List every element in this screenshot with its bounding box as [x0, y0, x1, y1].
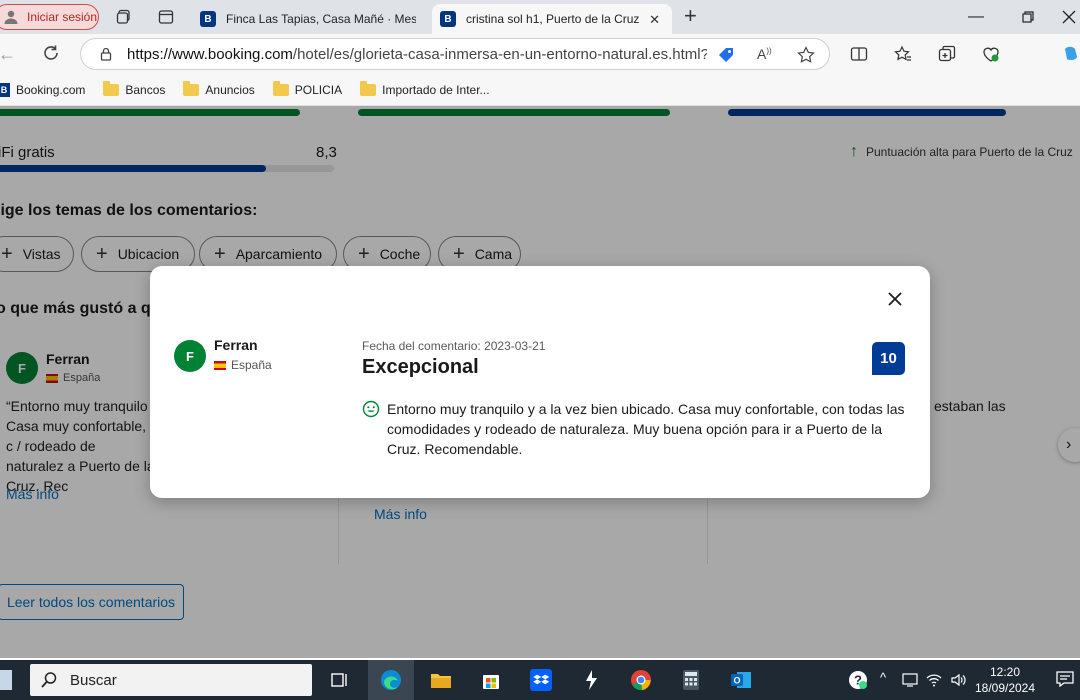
bookmark-label: POLICIA: [294, 82, 343, 97]
workspaces-icon[interactable]: [116, 9, 132, 25]
bookmark-importado[interactable]: Importado de Inter...: [360, 80, 490, 97]
bookmark-label: Anuncios: [205, 82, 255, 97]
file-explorer-icon[interactable]: [428, 668, 454, 692]
minimize-icon[interactable]: —: [968, 8, 984, 26]
search-placeholder: Buscar: [70, 671, 117, 689]
bookmark-booking[interactable]: B Booking.com: [0, 82, 86, 97]
smile-icon: [362, 400, 380, 418]
folder-icon: [103, 80, 120, 96]
booking-favicon-icon: B: [0, 82, 10, 97]
review-title: Excepcional: [362, 356, 479, 378]
tab-cristina-sol[interactable]: B cristina sol h1, Puerto de la Cruz ( ✕: [432, 4, 672, 34]
volume-icon[interactable]: [950, 672, 966, 688]
close-icon[interactable]: ✕: [649, 12, 660, 28]
collections-icon[interactable]: [938, 45, 956, 63]
tab-actions-icon[interactable]: [158, 9, 174, 25]
bookmark-bancos[interactable]: Bancos: [103, 80, 166, 97]
folder-icon: [183, 80, 200, 96]
restore-icon[interactable]: [1022, 11, 1034, 23]
review-modal: F Ferran España Fecha del comentario: 20…: [150, 266, 930, 498]
review-text: Entorno muy tranquilo y a la vez bien ub…: [387, 401, 905, 457]
tab-title: Finca Las Tapias, Casa Mañé · Mes: [226, 12, 416, 26]
country-label: España: [231, 358, 272, 372]
booking-favicon-icon: B: [440, 11, 456, 27]
browser-tab-bar: Iniciar sesión B Finca Las Tapias, Casa …: [0, 0, 1080, 34]
review-date: Fecha del comentario: 2023-03-21: [362, 339, 546, 353]
tab-finca-las-tapias[interactable]: B Finca Las Tapias, Casa Mañé · Mes: [192, 4, 432, 34]
bookmark-anuncios[interactable]: Anuncios: [183, 80, 255, 97]
task-view-icon[interactable]: [326, 668, 352, 692]
back-icon[interactable]: ←: [0, 44, 16, 65]
display-icon[interactable]: [902, 672, 918, 688]
favorites-icon[interactable]: [894, 45, 912, 63]
read-aloud-icon[interactable]: A)): [757, 46, 775, 64]
booking-favicon-icon: B: [200, 11, 216, 27]
wifi-icon[interactable]: [926, 672, 942, 688]
reviewer-country: España: [214, 358, 272, 372]
browser-essentials-icon[interactable]: [982, 45, 1000, 63]
dropbox-icon[interactable]: [528, 668, 554, 692]
help-icon[interactable]: ?: [848, 670, 868, 690]
url-text[interactable]: https://www.booking.com/hotel/es/gloriet…: [127, 46, 707, 63]
system-clock[interactable]: 12:20 18/09/2024: [972, 664, 1038, 696]
user-icon: [4, 10, 18, 24]
reviewer-name: Ferran: [214, 337, 258, 353]
calculator-icon[interactable]: [678, 668, 704, 692]
folder-icon: [272, 80, 289, 96]
avatar: F: [174, 340, 206, 372]
chrome-icon[interactable]: [628, 668, 654, 692]
search-icon: [41, 672, 57, 688]
url-path: /hotel/es/glorieta-casa-inmersa-en-un-en…: [292, 45, 707, 63]
clock-time: 12:20: [989, 665, 1021, 679]
copilot-icon[interactable]: [1062, 45, 1080, 63]
profile-label: Iniciar sesión: [27, 10, 98, 24]
new-tab-icon[interactable]: +: [684, 5, 697, 27]
address-bar-row: ← https://www.booking.com/hotel/es/glori…: [0, 34, 1080, 74]
close-window-icon[interactable]: [1062, 10, 1076, 24]
clock-date: 18/09/2024: [974, 681, 1036, 695]
refresh-icon[interactable]: [42, 44, 60, 62]
lock-icon[interactable]: [99, 47, 113, 61]
folder-icon: [360, 80, 377, 96]
outlook-icon[interactable]: O: [728, 668, 754, 692]
notifications-icon[interactable]: [1056, 671, 1074, 687]
review-score-badge: 10: [872, 342, 905, 375]
app-lightning-icon[interactable]: [578, 668, 604, 692]
url-host: https://www.booking.com: [127, 45, 293, 63]
tab-title: cristina sol h1, Puerto de la Cruz (: [466, 12, 642, 26]
favorite-star-icon[interactable]: [797, 46, 815, 64]
spain-flag-icon: [214, 360, 226, 370]
split-screen-icon[interactable]: [850, 45, 868, 63]
close-icon[interactable]: [886, 290, 904, 308]
bookmark-label: Bancos: [125, 82, 166, 97]
bookmark-policia[interactable]: POLICIA: [272, 80, 343, 97]
profile-button[interactable]: Iniciar sesión: [0, 4, 99, 30]
taskbar-search[interactable]: Buscar: [30, 664, 312, 696]
bookmarks-bar: B Booking.com Bancos Anuncios POLICIA Im…: [0, 74, 1080, 106]
coupon-tag-icon[interactable]: [717, 46, 735, 64]
microsoft-store-icon[interactable]: [478, 668, 504, 692]
start-button[interactable]: [0, 670, 12, 690]
chevron-up-icon[interactable]: ^: [880, 670, 896, 686]
windows-taskbar: Buscar O ? ^ 12:20 18/09/2024: [0, 660, 1080, 700]
bookmark-label: Importado de Inter...: [382, 82, 490, 97]
edge-browser-icon[interactable]: [378, 668, 404, 692]
svg-text:O: O: [733, 676, 740, 686]
bookmark-label: Booking.com: [16, 82, 86, 97]
url-bar[interactable]: https://www.booking.com/hotel/es/gloriet…: [80, 38, 830, 70]
